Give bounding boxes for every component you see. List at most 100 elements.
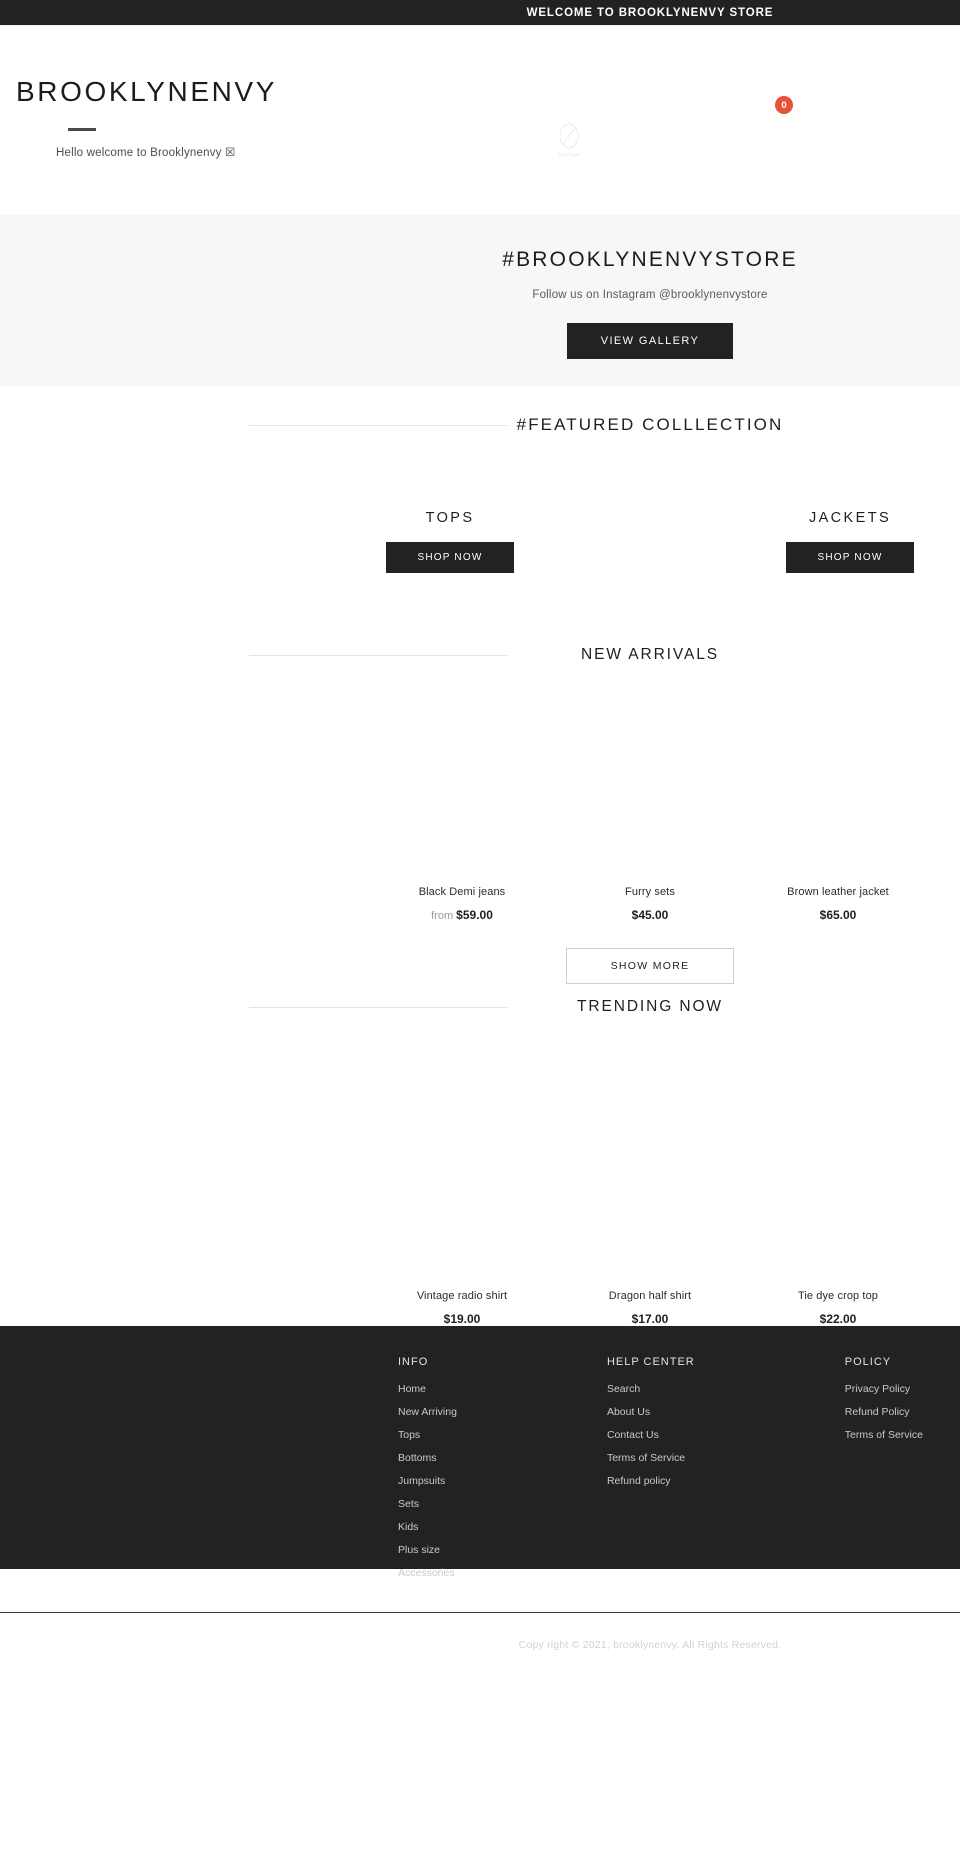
heading-rule	[249, 654, 507, 656]
footer-link[interactable]: Search	[607, 1383, 695, 1395]
trending-section: TRENDING NOW Vintage radio shirt $19.00 …	[0, 984, 960, 1326]
footer-link-list: Privacy Policy Refund Policy Terms of Se…	[845, 1383, 923, 1441]
footer-columns: INFO Home New Arriving Tops Bottoms Jump…	[0, 1356, 960, 1590]
product-card[interactable]: Tie dye crop top $22.00	[744, 1040, 932, 1326]
product-title: Dragon half shirt	[608, 1290, 692, 1302]
price-value: $17.00	[631, 1312, 669, 1326]
footer-link[interactable]: Tops	[398, 1429, 457, 1441]
footer-link[interactable]: Bottoms	[398, 1452, 457, 1464]
product-card[interactable]: Black Demi jeans from $59.00	[368, 686, 556, 922]
cart-count-badge[interactable]: 0	[775, 96, 793, 114]
product-price: $45.00	[562, 908, 738, 922]
collection-row: TOPS SHOP NOW JACKETS SHOP NOW	[0, 510, 960, 573]
collection-name: JACKETS	[808, 510, 892, 526]
price-value: $22.00	[819, 1312, 857, 1326]
price-value: $65.00	[819, 908, 857, 922]
trending-heading: TRENDING NOW	[0, 984, 960, 1030]
show-more-button[interactable]: SHOW MORE	[565, 948, 735, 984]
price-value: $19.00	[443, 1312, 481, 1326]
footer-column-title: POLICY	[844, 1356, 892, 1368]
product-image[interactable]	[374, 1040, 550, 1290]
product-card[interactable]: Brown leather jacket $65.00	[744, 686, 932, 922]
new-arrivals-section: NEW ARRIVALS Black Demi jeans from $59.0…	[0, 632, 960, 984]
footer-link[interactable]: New Arriving	[398, 1406, 457, 1418]
new-arrivals-title: NEW ARRIVALS	[581, 646, 719, 663]
product-image[interactable]	[562, 1040, 738, 1290]
heading-rule	[249, 424, 507, 426]
footer-column-policy: POLICY Privacy Policy Refund Policy Term…	[845, 1356, 923, 1590]
instagram-title: #BROOKLYNENVYSTORE	[502, 248, 798, 271]
no-image-placeholder: No image	[552, 122, 586, 157]
product-title: Black Demi jeans	[418, 886, 506, 898]
announcement-bar: WELCOME TO BROOKLYNENVY STORE	[0, 0, 960, 25]
product-image[interactable]	[562, 686, 738, 886]
product-title: Brown leather jacket	[787, 886, 889, 898]
footer-link[interactable]: Jumpsuits	[398, 1475, 457, 1487]
product-title: Furry sets	[625, 886, 675, 898]
no-image-label: No image	[558, 152, 580, 157]
footer-link[interactable]: Plus size	[398, 1544, 457, 1556]
price-value: $59.00	[456, 908, 493, 922]
instagram-section: #BROOKLYNENVYSTORE Follow us on Instagra…	[0, 215, 960, 386]
product-image[interactable]	[750, 1040, 926, 1290]
product-price: $65.00	[750, 908, 926, 922]
footer-link[interactable]: Terms of Service	[607, 1452, 695, 1464]
collection-name: TOPS	[425, 510, 475, 526]
show-more-row: SHOW MORE	[0, 948, 960, 984]
footer-link[interactable]: Refund Policy	[845, 1406, 923, 1418]
shop-now-button[interactable]: SHOP NOW	[785, 542, 915, 573]
collection-card[interactable]: JACKETS SHOP NOW	[750, 510, 950, 573]
trending-grid: Vintage radio shirt $19.00 Dragon half s…	[0, 1040, 960, 1326]
price-value: $45.00	[631, 908, 669, 922]
featured-heading: #FEATURED COLLLECTION	[0, 402, 960, 448]
site-logo[interactable]: BROOKLYNENVY	[16, 78, 436, 106]
footer-link[interactable]: Sets	[398, 1498, 457, 1510]
product-card[interactable]: Vintage radio shirt $19.00	[368, 1040, 556, 1326]
footer-column-info: INFO Home New Arriving Tops Bottoms Jump…	[398, 1356, 457, 1590]
brand-block: BROOKLYNENVY Hello welcome to Brooklynen…	[16, 78, 436, 160]
brand-divider	[68, 128, 96, 131]
trending-title: TRENDING NOW	[577, 998, 723, 1015]
collection-card[interactable]: TOPS SHOP NOW	[350, 510, 550, 573]
product-title: Vintage radio shirt	[416, 1290, 508, 1302]
new-arrivals-grid: Black Demi jeans from $59.00 Furry sets …	[0, 686, 960, 922]
instagram-subtitle: Follow us on Instagram @brooklynenvystor…	[532, 289, 768, 301]
footer-link[interactable]: Kids	[398, 1521, 457, 1533]
site-footer: INFO Home New Arriving Tops Bottoms Jump…	[0, 1326, 960, 1651]
footer-bottom-bar: Copy right © 2021, brooklynenvy. All Rig…	[0, 1612, 960, 1677]
storefront-page: WELCOME TO BROOKLYNENVY STORE BROOKLYNEN…	[0, 0, 960, 1875]
footer-link[interactable]: Terms of Service	[845, 1429, 923, 1441]
site-header: BROOKLYNENVY Hello welcome to Brooklynen…	[0, 25, 960, 215]
product-image[interactable]	[750, 686, 926, 886]
footer-link-list: Search About Us Contact Us Terms of Serv…	[607, 1383, 695, 1487]
announcement-text: WELCOME TO BROOKLYNENVY STORE	[526, 6, 774, 19]
no-image-icon	[559, 123, 579, 149]
footer-link[interactable]: Refund policy	[607, 1475, 695, 1487]
footer-link[interactable]: Home	[398, 1383, 457, 1395]
footer-link[interactable]: Privacy Policy	[845, 1383, 923, 1395]
footer-column-title: INFO	[398, 1356, 429, 1368]
product-card[interactable]: Dragon half shirt $17.00	[556, 1040, 744, 1326]
brand-tagline: Hello welcome to Brooklynenvy ☒	[56, 147, 236, 159]
product-price: $17.00	[562, 1312, 738, 1326]
product-price: $22.00	[750, 1312, 926, 1326]
product-image[interactable]	[374, 686, 550, 886]
price-prefix: from	[431, 910, 457, 922]
product-price: $19.00	[374, 1312, 550, 1326]
footer-link[interactable]: About Us	[607, 1406, 695, 1418]
product-card[interactable]: Furry sets $45.00	[556, 686, 744, 922]
heading-rule	[249, 1006, 507, 1008]
view-gallery-button[interactable]: VIEW GALLERY	[566, 323, 734, 359]
product-title: Tie dye crop top	[797, 1290, 879, 1302]
footer-link[interactable]: Accessories	[398, 1567, 457, 1579]
featured-title: #FEATURED COLLLECTION	[516, 415, 784, 434]
footer-link[interactable]: Contact Us	[607, 1429, 695, 1441]
product-price: from $59.00	[374, 908, 550, 922]
footer-column-help-center: HELP CENTER Search About Us Contact Us T…	[607, 1356, 695, 1590]
new-arrivals-heading: NEW ARRIVALS	[0, 632, 960, 678]
footer-column-title: HELP CENTER	[606, 1356, 695, 1368]
shop-now-button[interactable]: SHOP NOW	[385, 542, 515, 573]
copyright-text: Copy right © 2021, brooklynenvy. All Rig…	[518, 1639, 782, 1651]
footer-link-list: Home New Arriving Tops Bottoms Jumpsuits…	[398, 1383, 457, 1579]
featured-collection-section: #FEATURED COLLLECTION TOPS SHOP NOW JACK…	[0, 386, 960, 632]
